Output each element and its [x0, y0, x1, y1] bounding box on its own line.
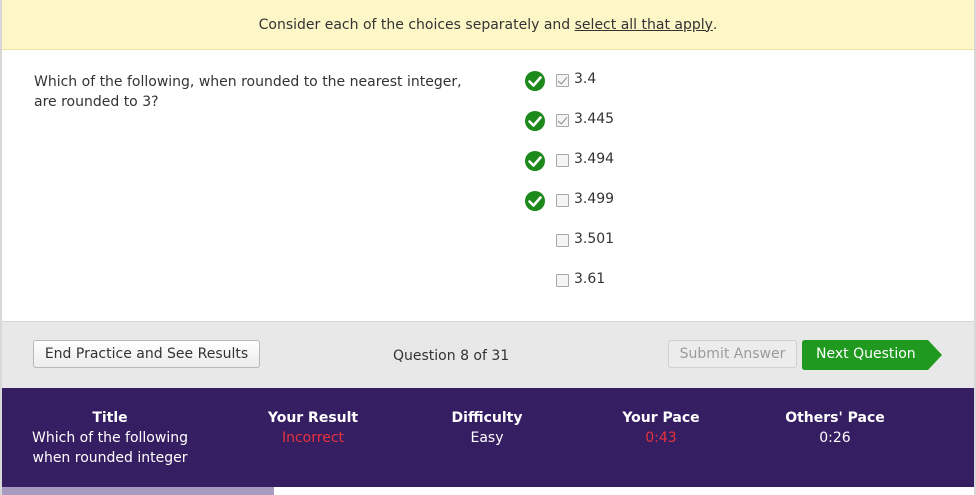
action-bar: End Practice and See Results Question 8 …: [2, 321, 974, 388]
stat-pace-head: Your Pace: [622, 410, 700, 426]
choice-item[interactable]: 3.494: [524, 150, 724, 174]
choice-label: 3.501: [574, 231, 615, 247]
progress-bar: [2, 487, 974, 495]
choice-checkbox[interactable]: [556, 74, 569, 87]
choice-item[interactable]: 3.501: [524, 230, 724, 254]
end-practice-button[interactable]: End Practice and See Results: [33, 340, 260, 368]
progress-fill: [2, 487, 275, 495]
choice-checkbox[interactable]: [556, 234, 569, 247]
choice-checkbox[interactable]: [556, 154, 569, 167]
choice-item[interactable]: 3.61: [524, 270, 724, 294]
submit-answer-button[interactable]: Submit Answer: [668, 340, 797, 368]
choice-item[interactable]: 3.4: [524, 70, 724, 94]
choice-checkbox[interactable]: [556, 194, 569, 207]
choice-label: 3.499: [574, 191, 615, 207]
choice-checkbox[interactable]: [556, 114, 569, 127]
stats-bar: Title Which of the following when rounde…: [2, 388, 974, 487]
question-text: Which of the following, when rounded to …: [34, 74, 462, 110]
check-circle-icon: [525, 71, 545, 91]
stat-your-result: Your Result Incorrect: [248, 408, 378, 448]
check-circle-icon: [525, 151, 545, 171]
choice-checkbox[interactable]: [556, 274, 569, 287]
stat-difficulty: Difficulty Easy: [427, 408, 547, 448]
stat-result-value: Incorrect: [281, 430, 345, 446]
instruction-bar: Consider each of the choices separately …: [2, 0, 974, 50]
next-question-button[interactable]: Next Question: [802, 340, 942, 370]
stat-difficulty-value: Easy: [470, 430, 504, 446]
choice-item[interactable]: 3.445: [524, 110, 724, 134]
instruction-prefix: Consider each of the choices separately …: [258, 16, 571, 33]
choice-label: 3.61: [574, 271, 606, 287]
stat-result-head: Your Result: [267, 410, 359, 426]
stat-others-head: Others' Pace: [785, 410, 885, 426]
stat-title-line1: Which of the following: [32, 430, 188, 446]
choice-label: 3.4: [574, 71, 597, 87]
stat-others-pace: Others' Pace 0:26: [770, 408, 900, 448]
stat-pace-value: 0:43: [645, 430, 677, 446]
select-all-link[interactable]: select all that apply: [575, 17, 713, 33]
practice-frame: Consider each of the choices separately …: [0, 0, 976, 495]
check-circle-icon: [525, 111, 545, 131]
stat-others-value: 0:26: [819, 430, 851, 446]
stat-your-pace: Your Pace 0:43: [601, 408, 721, 448]
choice-item[interactable]: 3.499: [524, 190, 724, 214]
question-counter: Question 8 of 31: [393, 348, 510, 364]
stat-title-line2: when rounded integer: [32, 450, 188, 466]
check-circle-icon: [525, 191, 545, 211]
stat-title-head: Title: [92, 410, 128, 426]
stat-difficulty-head: Difficulty: [451, 410, 523, 426]
choice-label: 3.445: [574, 111, 615, 127]
choice-label: 3.494: [574, 151, 615, 167]
instruction-suffix: .: [712, 16, 718, 33]
stat-title: Title Which of the following when rounde…: [24, 408, 196, 468]
next-question-label: Next Question: [816, 346, 916, 362]
